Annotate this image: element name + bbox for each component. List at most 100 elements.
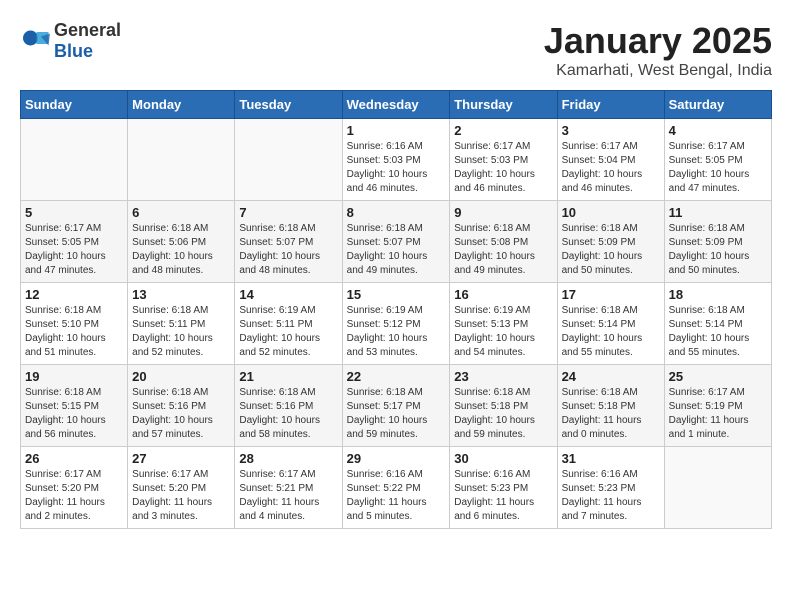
cell-info: Sunrise: 6:17 AM Sunset: 5:20 PM Dayligh… bbox=[25, 468, 123, 524]
day-header-wednesday: Wednesday bbox=[342, 91, 450, 119]
day-header-sunday: Sunday bbox=[21, 91, 128, 119]
day-number: 22 bbox=[347, 369, 446, 384]
day-number: 27 bbox=[132, 451, 230, 466]
cell-info: Sunrise: 6:18 AM Sunset: 5:09 PM Dayligh… bbox=[669, 222, 767, 278]
calendar-cell: 9 Sunrise: 6:18 AM Sunset: 5:08 PM Daylig… bbox=[450, 201, 557, 283]
calendar-cell bbox=[235, 119, 342, 201]
day-number: 2 bbox=[454, 123, 552, 138]
cell-info: Sunrise: 6:18 AM Sunset: 5:18 PM Dayligh… bbox=[562, 386, 660, 442]
day-number: 9 bbox=[454, 205, 552, 220]
cell-info: Sunrise: 6:18 AM Sunset: 5:07 PM Dayligh… bbox=[239, 222, 337, 278]
cell-info: Sunrise: 6:17 AM Sunset: 5:03 PM Dayligh… bbox=[454, 140, 552, 196]
day-number: 14 bbox=[239, 287, 337, 302]
day-number: 25 bbox=[669, 369, 767, 384]
day-number: 1 bbox=[347, 123, 446, 138]
cell-info: Sunrise: 6:18 AM Sunset: 5:16 PM Dayligh… bbox=[239, 386, 337, 442]
logo-blue: Blue bbox=[54, 41, 93, 61]
day-number: 26 bbox=[25, 451, 123, 466]
cell-info: Sunrise: 6:18 AM Sunset: 5:07 PM Dayligh… bbox=[347, 222, 446, 278]
cell-info: Sunrise: 6:19 AM Sunset: 5:11 PM Dayligh… bbox=[239, 304, 337, 360]
day-header-saturday: Saturday bbox=[664, 91, 771, 119]
calendar-cell: 5 Sunrise: 6:17 AM Sunset: 5:05 PM Daylig… bbox=[21, 201, 128, 283]
calendar-week-row: 1 Sunrise: 6:16 AM Sunset: 5:03 PM Daylig… bbox=[21, 119, 772, 201]
calendar-cell: 24 Sunrise: 6:18 AM Sunset: 5:18 PM Dayli… bbox=[557, 365, 664, 447]
calendar-cell bbox=[128, 119, 235, 201]
calendar-header-row: SundayMondayTuesdayWednesdayThursdayFrid… bbox=[21, 91, 772, 119]
page-header: General Blue January 2025 Kamarhati, Wes… bbox=[20, 20, 772, 80]
cell-info: Sunrise: 6:17 AM Sunset: 5:20 PM Dayligh… bbox=[132, 468, 230, 524]
day-number: 19 bbox=[25, 369, 123, 384]
logo-text: General Blue bbox=[54, 20, 121, 62]
calendar-cell: 28 Sunrise: 6:17 AM Sunset: 5:21 PM Dayli… bbox=[235, 447, 342, 529]
calendar-week-row: 12Sunrise: 6:18 AM Sunset: 5:10 PM Dayli… bbox=[21, 283, 772, 365]
cell-info: Sunrise: 6:18 AM Sunset: 5:18 PM Dayligh… bbox=[454, 386, 552, 442]
location: Kamarhati, West Bengal, India bbox=[544, 62, 772, 80]
logo-icon bbox=[20, 26, 50, 56]
logo-general: General bbox=[54, 20, 121, 40]
day-number: 18 bbox=[669, 287, 767, 302]
day-header-monday: Monday bbox=[128, 91, 235, 119]
cell-info: Sunrise: 6:16 AM Sunset: 5:03 PM Dayligh… bbox=[347, 140, 446, 196]
day-number: 20 bbox=[132, 369, 230, 384]
day-number: 6 bbox=[132, 205, 230, 220]
cell-info: Sunrise: 6:17 AM Sunset: 5:05 PM Dayligh… bbox=[25, 222, 123, 278]
day-number: 24 bbox=[562, 369, 660, 384]
day-number: 15 bbox=[347, 287, 446, 302]
calendar-cell: 6Sunrise: 6:18 AM Sunset: 5:06 PM Daylig… bbox=[128, 201, 235, 283]
day-number: 30 bbox=[454, 451, 552, 466]
title-block: January 2025 Kamarhati, West Bengal, Ind… bbox=[544, 20, 772, 80]
cell-info: Sunrise: 6:18 AM Sunset: 5:11 PM Dayligh… bbox=[132, 304, 230, 360]
cell-info: Sunrise: 6:16 AM Sunset: 5:22 PM Dayligh… bbox=[347, 468, 446, 524]
cell-info: Sunrise: 6:17 AM Sunset: 5:21 PM Dayligh… bbox=[239, 468, 337, 524]
calendar-cell: 29 Sunrise: 6:16 AM Sunset: 5:22 PM Dayli… bbox=[342, 447, 450, 529]
calendar-cell: 7 Sunrise: 6:18 AM Sunset: 5:07 PM Daylig… bbox=[235, 201, 342, 283]
cell-info: Sunrise: 6:18 AM Sunset: 5:09 PM Dayligh… bbox=[562, 222, 660, 278]
day-number: 12 bbox=[25, 287, 123, 302]
logo: General Blue bbox=[20, 20, 121, 62]
cell-info: Sunrise: 6:18 AM Sunset: 5:08 PM Dayligh… bbox=[454, 222, 552, 278]
cell-info: Sunrise: 6:19 AM Sunset: 5:13 PM Dayligh… bbox=[454, 304, 552, 360]
day-number: 23 bbox=[454, 369, 552, 384]
cell-info: Sunrise: 6:16 AM Sunset: 5:23 PM Dayligh… bbox=[454, 468, 552, 524]
cell-info: Sunrise: 6:18 AM Sunset: 5:16 PM Dayligh… bbox=[132, 386, 230, 442]
calendar-week-row: 26 Sunrise: 6:17 AM Sunset: 5:20 PM Dayli… bbox=[21, 447, 772, 529]
day-header-tuesday: Tuesday bbox=[235, 91, 342, 119]
calendar-cell: 12Sunrise: 6:18 AM Sunset: 5:10 PM Dayli… bbox=[21, 283, 128, 365]
calendar-cell: 17Sunrise: 6:18 AM Sunset: 5:14 PM Dayli… bbox=[557, 283, 664, 365]
calendar-cell: 11 Sunrise: 6:18 AM Sunset: 5:09 PM Dayli… bbox=[664, 201, 771, 283]
cell-info: Sunrise: 6:17 AM Sunset: 5:19 PM Dayligh… bbox=[669, 386, 767, 442]
calendar-cell bbox=[21, 119, 128, 201]
day-header-friday: Friday bbox=[557, 91, 664, 119]
calendar-cell: 13 Sunrise: 6:18 AM Sunset: 5:11 PM Dayli… bbox=[128, 283, 235, 365]
day-number: 21 bbox=[239, 369, 337, 384]
day-number: 11 bbox=[669, 205, 767, 220]
calendar-cell: 18Sunrise: 6:18 AM Sunset: 5:14 PM Dayli… bbox=[664, 283, 771, 365]
day-number: 7 bbox=[239, 205, 337, 220]
calendar-cell: 26 Sunrise: 6:17 AM Sunset: 5:20 PM Dayli… bbox=[21, 447, 128, 529]
calendar-cell: 21 Sunrise: 6:18 AM Sunset: 5:16 PM Dayli… bbox=[235, 365, 342, 447]
calendar-cell: 14 Sunrise: 6:19 AM Sunset: 5:11 PM Dayli… bbox=[235, 283, 342, 365]
calendar-cell: 2 Sunrise: 6:17 AM Sunset: 5:03 PM Daylig… bbox=[450, 119, 557, 201]
calendar-cell: 19Sunrise: 6:18 AM Sunset: 5:15 PM Dayli… bbox=[21, 365, 128, 447]
cell-info: Sunrise: 6:18 AM Sunset: 5:17 PM Dayligh… bbox=[347, 386, 446, 442]
day-number: 8 bbox=[347, 205, 446, 220]
calendar-cell: 8 Sunrise: 6:18 AM Sunset: 5:07 PM Daylig… bbox=[342, 201, 450, 283]
day-number: 28 bbox=[239, 451, 337, 466]
day-number: 31 bbox=[562, 451, 660, 466]
day-number: 13 bbox=[132, 287, 230, 302]
calendar-cell: 10Sunrise: 6:18 AM Sunset: 5:09 PM Dayli… bbox=[557, 201, 664, 283]
day-number: 16 bbox=[454, 287, 552, 302]
calendar-table: SundayMondayTuesdayWednesdayThursdayFrid… bbox=[20, 90, 772, 529]
calendar-cell: 1 Sunrise: 6:16 AM Sunset: 5:03 PM Daylig… bbox=[342, 119, 450, 201]
day-number: 5 bbox=[25, 205, 123, 220]
calendar-cell: 27 Sunrise: 6:17 AM Sunset: 5:20 PM Dayli… bbox=[128, 447, 235, 529]
calendar-cell: 15 Sunrise: 6:19 AM Sunset: 5:12 PM Dayli… bbox=[342, 283, 450, 365]
cell-info: Sunrise: 6:19 AM Sunset: 5:12 PM Dayligh… bbox=[347, 304, 446, 360]
cell-info: Sunrise: 6:17 AM Sunset: 5:04 PM Dayligh… bbox=[562, 140, 660, 196]
calendar-week-row: 5 Sunrise: 6:17 AM Sunset: 5:05 PM Daylig… bbox=[21, 201, 772, 283]
day-number: 29 bbox=[347, 451, 446, 466]
cell-info: Sunrise: 6:16 AM Sunset: 5:23 PM Dayligh… bbox=[562, 468, 660, 524]
calendar-cell: 3Sunrise: 6:17 AM Sunset: 5:04 PM Daylig… bbox=[557, 119, 664, 201]
calendar-cell: 30 Sunrise: 6:16 AM Sunset: 5:23 PM Dayli… bbox=[450, 447, 557, 529]
cell-info: Sunrise: 6:17 AM Sunset: 5:05 PM Dayligh… bbox=[669, 140, 767, 196]
